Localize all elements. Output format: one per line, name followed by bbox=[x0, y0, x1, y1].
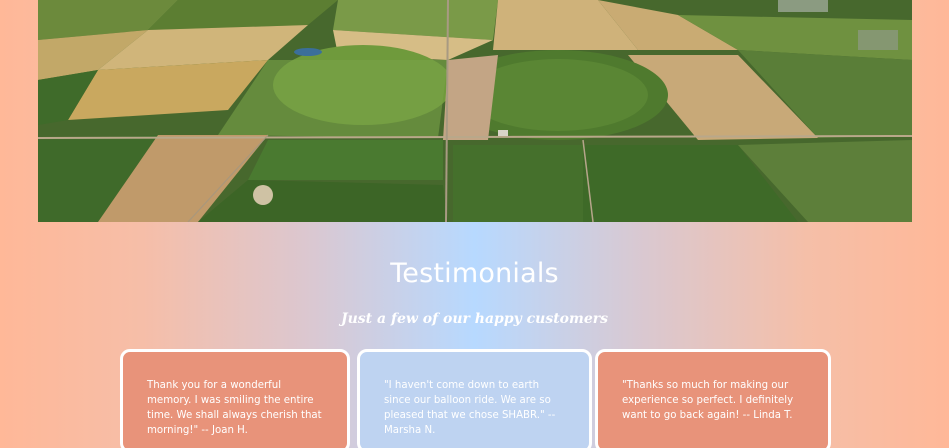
testimonial-quote: Thank you for a wonderful memory. I was … bbox=[147, 380, 322, 436]
testimonial-card: Thank you for a wonderful memory. I was … bbox=[120, 349, 350, 448]
testimonials-section: Testimonials Just a few of our happy cus… bbox=[0, 222, 949, 448]
farmland-illustration bbox=[38, 0, 912, 222]
testimonial-quote: "Thanks so much for making our experienc… bbox=[622, 380, 794, 421]
hero-aerial-image bbox=[38, 0, 912, 222]
testimonial-quote: "I haven't come down to earth since our … bbox=[384, 380, 556, 436]
section-subtitle: Just a few of our happy customers bbox=[340, 311, 609, 327]
testimonial-card: "I haven't come down to earth since our … bbox=[357, 349, 592, 448]
testimonial-card: "Thanks so much for making our experienc… bbox=[595, 349, 831, 448]
section-title: Testimonials bbox=[390, 258, 559, 289]
